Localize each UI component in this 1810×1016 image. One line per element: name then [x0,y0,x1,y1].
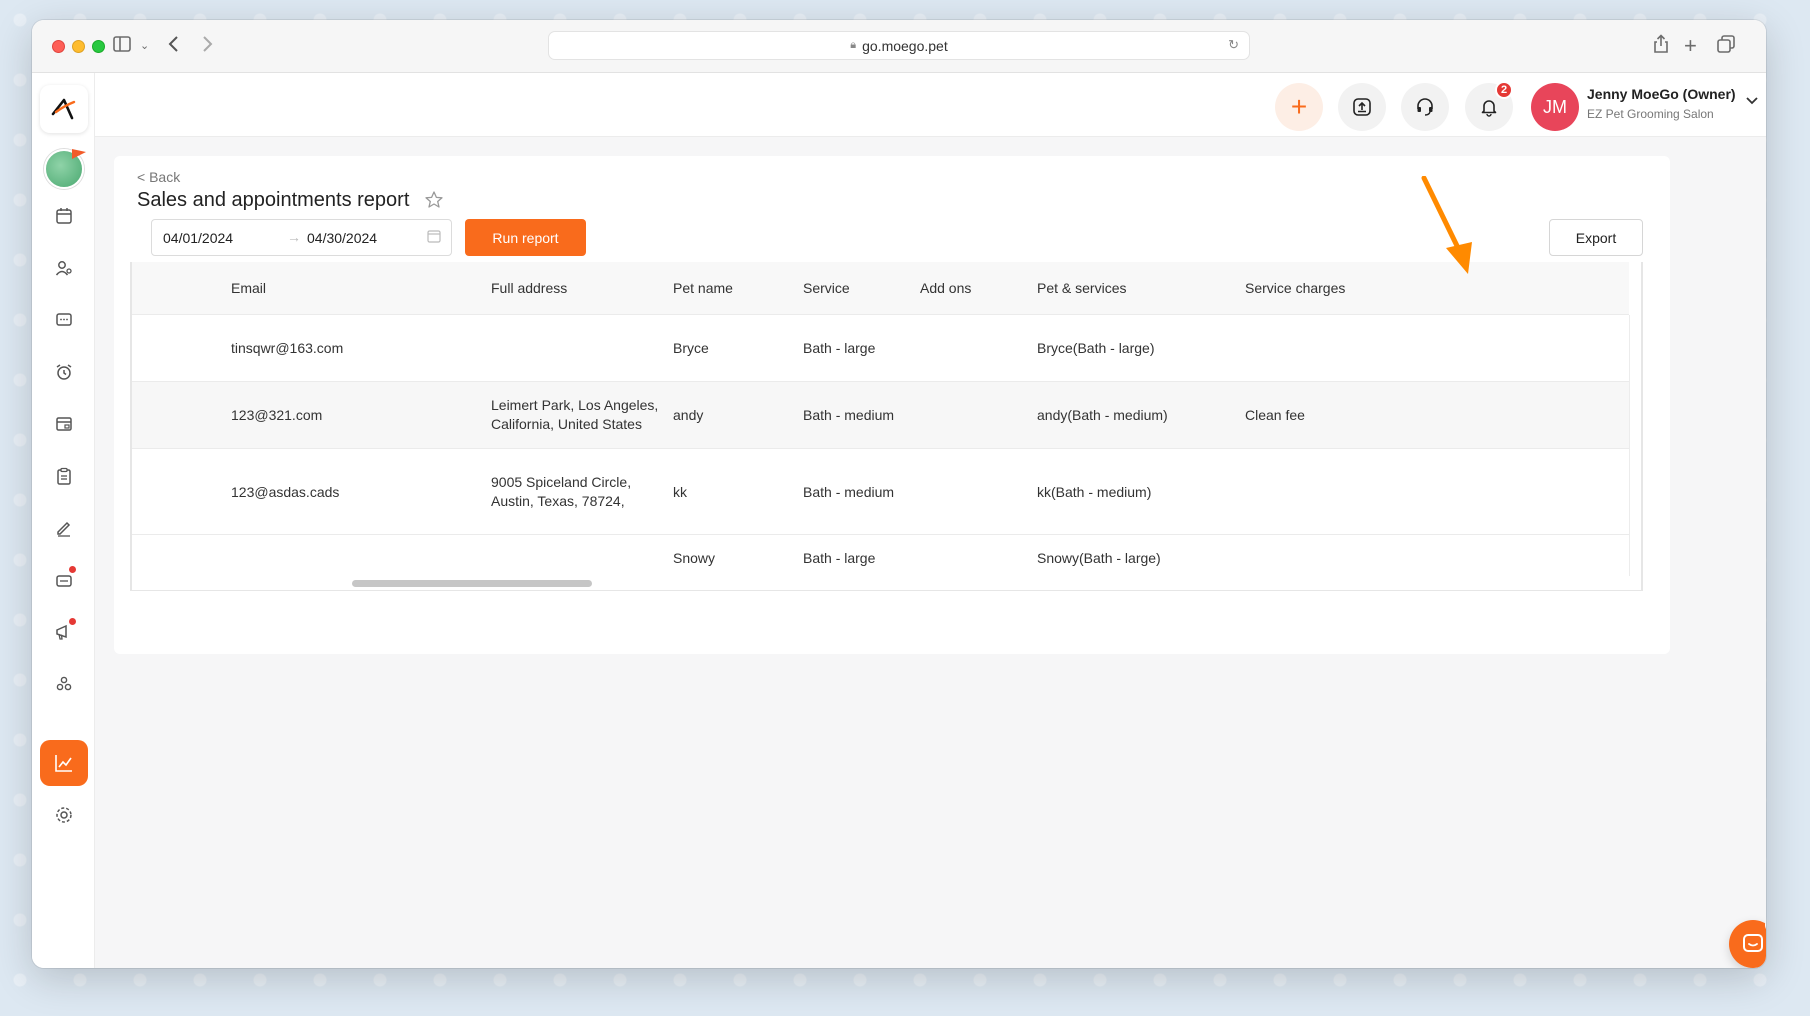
chat-icon [1743,934,1763,952]
cell-address-line2: Austin, Texas, 78724, [491,493,625,509]
tab-overview-icon[interactable] [1716,34,1736,60]
export-button[interactable]: Export [1549,219,1643,256]
browser-window: ⌄ 🔒︎ go.moego.pet ↻ + + 2 JM Jenny MoeGo… [32,20,1766,968]
upload-button[interactable] [1338,83,1386,131]
notifications-button[interactable]: 2 [1465,81,1513,131]
url-text: go.moego.pet [862,37,948,54]
star-icon[interactable] [424,190,444,215]
cell-pet-services: Snowy(Bath - large) [1037,550,1161,566]
column-header-email[interactable]: Email [231,277,266,299]
cell-pet-services: andy(Bath - medium) [1037,407,1168,423]
scrollbar-thumb[interactable] [352,580,592,587]
notification-badge: 2 [1495,81,1513,99]
cell-service: Bath - large [803,550,876,566]
marketing-icon[interactable] [40,609,88,655]
quick-add-button[interactable]: + [1275,83,1323,131]
close-window-button[interactable] [52,40,65,53]
page-title: Sales and appointments report [137,189,410,211]
cell-service-charges: Clean fee [1245,407,1305,423]
calendar-icon [427,229,441,246]
annotation-arrow-icon [1421,176,1472,274]
address-bar[interactable]: 🔒︎ go.moego.pet ↻ [548,31,1250,60]
bell-icon [1481,100,1497,117]
table-header: Email Full address Pet name Service Add … [132,262,1629,315]
reports-icon[interactable] [40,740,88,786]
cell-pet-services: Bryce(Bath - large) [1037,340,1155,356]
cell-pet-name: Snowy [673,550,716,566]
headset-icon [1417,98,1433,116]
support-button[interactable] [1401,83,1449,131]
cell-email: 123@321.com [231,407,323,423]
user-avatar[interactable]: JM [1531,83,1579,131]
upload-icon [1353,98,1371,116]
run-report-button[interactable]: Run report [465,219,586,256]
cell-pet-services: kk(Bath - medium) [1037,484,1152,500]
business-avatar[interactable] [44,149,84,189]
cell-email: 123@asdas.cads [231,484,340,500]
forward-nav-icon[interactable] [200,34,214,60]
column-header-add-ons[interactable]: Add ons [920,277,971,299]
browser-toolbar: ⌄ 🔒︎ go.moego.pet ↻ + [32,20,1766,73]
cell-address-line2: California, United States [491,416,642,432]
column-header-pet-services[interactable]: Pet & services [1037,277,1126,299]
vertical-scrollbar[interactable] [1629,315,1641,590]
marketing-alert-dot [69,618,76,625]
cell-pet-name: Bryce [673,340,709,356]
retail-icon[interactable] [40,557,88,603]
reminders-icon[interactable] [40,349,88,395]
date-range-picker[interactable]: 04/01/2024 → 04/30/2024 [151,219,452,256]
report-table: Email Full address Pet name Service Add … [130,262,1643,591]
settings-icon[interactable] [40,792,88,838]
retail-alert-dot [69,566,76,573]
column-header-service[interactable]: Service [803,277,850,299]
maximize-window-button[interactable] [92,40,105,53]
cell-pet-name: andy [673,407,704,423]
chevron-down-icon[interactable] [1745,93,1759,111]
clipboard-icon[interactable] [40,453,88,499]
table-row[interactable]: 123@321.com Leimert Park, Los Angeles, C… [132,382,1629,449]
calendar-icon[interactable] [40,193,88,239]
end-date-input[interactable]: 04/30/2024 [307,230,377,246]
sidebar-toggle-icon[interactable] [112,34,132,60]
start-date-input[interactable]: 04/01/2024 [163,230,233,246]
chevron-down-icon[interactable]: ⌄ [140,34,149,58]
edit-icon[interactable] [40,505,88,551]
cell-email: tinsqwr@163.com [231,340,344,356]
cell-service: Bath - medium [803,407,895,423]
column-header-pet-name[interactable]: Pet name [673,277,733,299]
share-icon[interactable] [1652,34,1670,60]
services-icon[interactable] [40,661,88,707]
column-header-service-charges[interactable]: Service charges [1245,277,1345,299]
app-sidebar [32,73,95,968]
table-row[interactable]: Snowy Bath - large Snowy(Bath - large) [132,535,1629,582]
cell-service: Bath - large [803,340,876,356]
horizontal-scrollbar[interactable] [132,576,1641,590]
column-header-address[interactable]: Full address [491,277,567,299]
clients-icon[interactable] [40,245,88,291]
cell-pet-name: kk [673,484,687,500]
main-content: < Back Sales and appointments report 04/… [95,137,1766,968]
arrow-right-icon: → [287,229,301,245]
lock-icon: 🔒︎ [850,39,857,51]
table-row[interactable]: tinsqwr@163.com Bryce Bath - large Bryce… [132,315,1629,382]
back-link[interactable]: < Back [137,169,180,185]
messages-icon[interactable] [40,297,88,343]
table-row[interactable]: 123@asdas.cads 9005 Spiceland Circle, Au… [132,449,1629,535]
user-org: EZ Pet Grooming Salon [1587,107,1714,121]
new-tab-icon[interactable]: + [1684,34,1697,58]
app-header: + 2 JM Jenny MoeGo (Owner) EZ Pet Groomi… [95,73,1766,137]
payments-icon[interactable] [40,401,88,447]
user-name[interactable]: Jenny MoeGo (Owner) [1587,86,1736,102]
minimize-window-button[interactable] [72,40,85,53]
report-table-body: Email Full address Pet name Service Add … [132,262,1629,582]
reload-icon[interactable]: ↻ [1228,37,1239,53]
cell-service: Bath - medium [803,484,895,500]
back-nav-icon[interactable] [167,34,181,60]
moego-logo[interactable] [40,85,88,133]
